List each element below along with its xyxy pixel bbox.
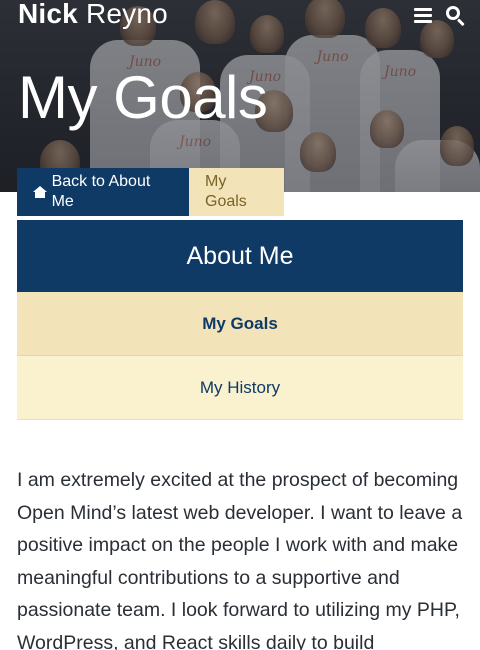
nav-item-my-goals[interactable]: My Goals [17, 292, 463, 356]
nav-panel-title: About Me [186, 241, 294, 270]
nav-panel-header[interactable]: About Me [17, 220, 463, 292]
site-name-first: Nick [18, 0, 78, 29]
page-title: My Goals [18, 64, 268, 131]
nav-item-label: My Goals [202, 313, 278, 333]
home-icon [33, 186, 47, 198]
nav-item-my-history[interactable]: My History [17, 356, 463, 420]
header-icons [412, 4, 466, 27]
page-tabs: Back to About Me My Goals [17, 168, 284, 216]
site-logo-text[interactable]: Nick Reyno [18, 0, 168, 31]
section-nav-panel: About Me My Goals My History [17, 220, 463, 420]
search-icon[interactable] [444, 4, 466, 27]
current-tab-label: My Goals [205, 173, 247, 210]
back-to-about-me-tab[interactable]: Back to About Me [17, 168, 189, 216]
back-tab-label: Back to About Me [51, 173, 151, 210]
bars-icon[interactable] [412, 4, 434, 26]
my-goals-tab[interactable]: My Goals [189, 168, 284, 216]
site-name-last: Reyno [85, 0, 168, 29]
goals-paragraph: I am extremely excited at the prospect o… [17, 469, 463, 650]
hero-banner: Juno Juno Juno Juno Juno Nick Reyno My G… [0, 0, 480, 192]
nav-item-label: My History [199, 377, 281, 397]
